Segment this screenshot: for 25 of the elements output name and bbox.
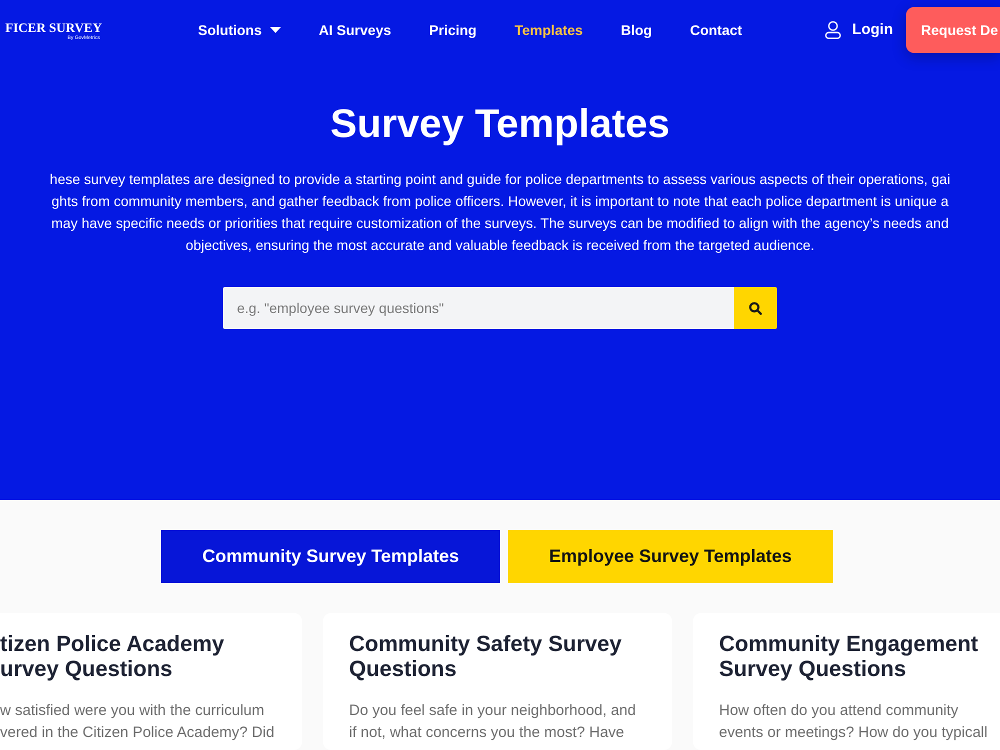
card-description: Do you feel safe in your neighborhood, and if not, what concerns you the most? Have	[349, 701, 637, 743]
tab[interactable]: Community Survey Templates	[161, 530, 500, 583]
nav-link[interactable]: Blog	[620, 20, 652, 40]
nav-link[interactable]: AI Surveys	[318, 20, 392, 40]
template-card[interactable]: tizen Police Academy urvey Questions w satisfied were you with the curriculum vered in the Citizen Police Academy? Did	[0, 613, 302, 750]
logo-text: FICER SURVEY	[5, 20, 102, 34]
card-description: How often do you attend community events or meetings? How do you typicall	[719, 701, 988, 743]
search-field[interactable]: e.g. "employee survey questions"	[223, 287, 734, 329]
intro-paragraph: hese survey templates are designed to provide a starting point and guide for police departments to assess various aspects of their operations, gai ghts from community members, and gather feedback from police officers. However, it is important to note that each police department is unique a may have specific needs or priorities that require customization of the surveys. The surveys can be modified to align with the agency’s needs and objectives, ensuring the most accurate and valuable feedback is received from the targeted audience.	[48, 170, 952, 255]
nav-link[interactable]: Contact	[690, 20, 742, 40]
tab[interactable]: Employee Survey Templates	[508, 530, 833, 583]
search-icon	[749, 302, 762, 314]
nav-link[interactable]: Pricing	[429, 20, 477, 40]
card-title: Community Engagement Survey Questions	[719, 631, 980, 681]
login-link[interactable]: Login	[825, 18, 893, 42]
card-title: tizen Police Academy urvey Questions	[0, 631, 226, 681]
user-icon	[825, 21, 842, 39]
nav-link[interactable]: Templates	[514, 20, 583, 40]
template-card[interactable]: Community Safety Survey Questions Do you feel safe in your neighborhood, and if not, what concerns you the most? Have	[323, 613, 672, 750]
nav-link[interactable]: Solutions	[198, 20, 281, 40]
page-title: Survey Templates	[329, 101, 671, 148]
search-button[interactable]	[734, 287, 777, 329]
template-card[interactable]: Community Engagement Survey Questions How often do you attend community events or meetings? How do you typicall	[693, 613, 1000, 750]
card-title: Community Safety Survey Questions	[349, 631, 623, 681]
card-description: w satisfied were you with the curriculum vered in the Citizen Police Academy? Did	[0, 701, 276, 743]
